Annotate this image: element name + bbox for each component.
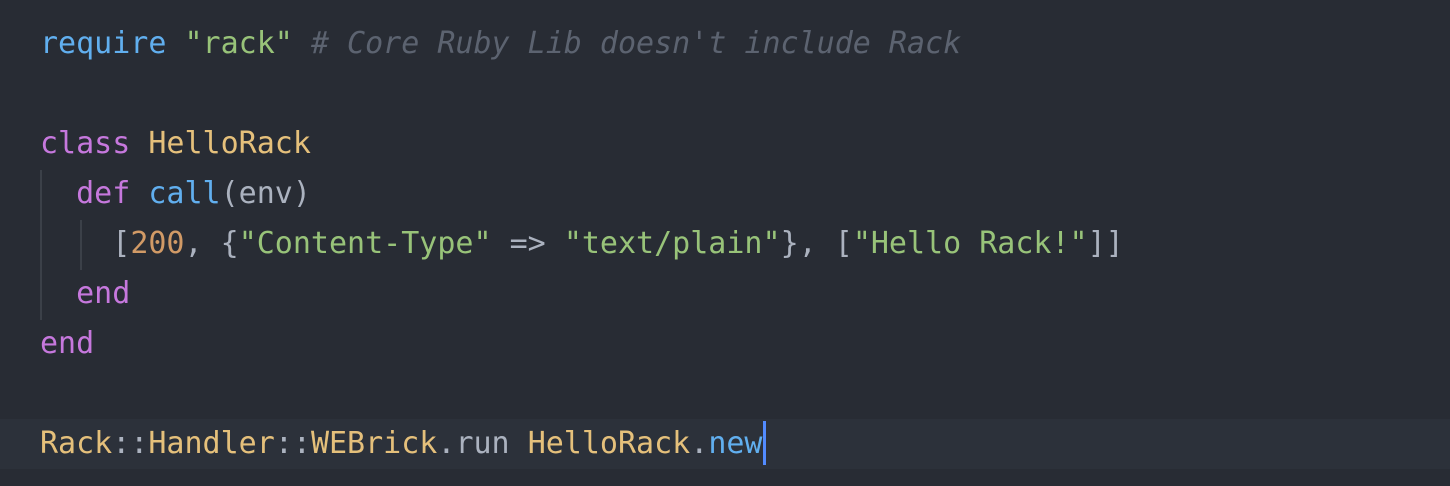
code-editor[interactable]: require "rack" # Core Ruby Lib doesn't i… (0, 0, 1450, 486)
dot: . (690, 426, 709, 461)
scope-separator: :: (112, 426, 149, 461)
def-keyword: def (76, 176, 131, 211)
separator: , { (184, 226, 239, 261)
code-line-6[interactable]: end (40, 269, 130, 319)
constant-handler: Handler (148, 426, 275, 461)
code-line-1[interactable]: require "rack" # Core Ruby Lib doesn't i… (40, 19, 961, 69)
code-line-9[interactable]: Rack::Handler::WEBrick.run HelloRack.new (0, 419, 1450, 469)
constant-rack: Rack (40, 426, 113, 461)
code-line-7[interactable]: end (40, 319, 94, 369)
body-string: "Hello Rack!" (852, 226, 1088, 261)
code-line-3[interactable]: class HelloRack (40, 119, 311, 169)
hash-arrow: => (491, 226, 564, 261)
new-method: new (708, 426, 763, 461)
app-class: HelloRack (527, 426, 691, 461)
constant-webrick: WEBrick (310, 426, 438, 461)
bracket-close: ]] (1087, 226, 1124, 261)
bracket-open: [ (112, 226, 131, 261)
method-params: (env) (220, 176, 311, 211)
header-key: "Content-Type" (238, 226, 492, 261)
comment: # Core Ruby Lib doesn't include Rack (310, 26, 962, 61)
string-literal: "rack" (184, 26, 293, 61)
code-line-5[interactable]: [200, {"Content-Type" => "text/plain"}, … (40, 219, 1124, 269)
require-keyword: require (40, 26, 167, 61)
end-keyword: end (40, 326, 95, 361)
header-value: "text/plain" (563, 226, 781, 261)
class-keyword: class (40, 126, 131, 161)
run-method: run (455, 426, 510, 461)
status-number: 200 (130, 226, 185, 261)
end-keyword: end (76, 276, 131, 311)
method-name: call (148, 176, 221, 211)
dot: . (437, 426, 456, 461)
text-cursor (762, 420, 766, 465)
class-name: HelloRack (148, 126, 311, 161)
code-line-4[interactable]: def call(env) (40, 169, 311, 219)
scope-separator: :: (274, 426, 311, 461)
separator: }, [ (780, 226, 853, 261)
